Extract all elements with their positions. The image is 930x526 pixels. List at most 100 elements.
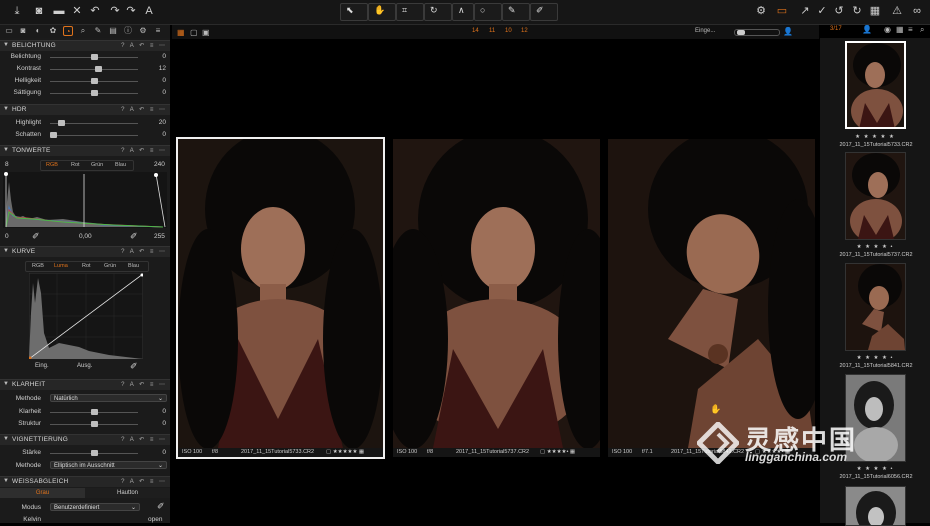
adjustment-slider[interactable] (50, 78, 138, 84)
text-icon[interactable]: A (142, 4, 156, 18)
black-picker-icon[interactable]: ✐ (32, 231, 40, 242)
channel-blue[interactable]: Blau (128, 263, 139, 269)
rotate-right-icon[interactable]: ↻ (850, 4, 864, 18)
clarity-section-header[interactable]: ▼ KLARHEIT ? A ↶ ≡ ⋯ (0, 379, 170, 390)
slider-value[interactable]: 0 (150, 131, 166, 138)
levels-input-white[interactable]: 255 (154, 233, 165, 240)
section-actions-icon[interactable]: ? A ↶ ≡ ⋯ (121, 381, 167, 388)
viewer-number[interactable]: 14 (472, 28, 479, 34)
white-picker-icon[interactable]: ✐ (130, 231, 138, 242)
section-actions-icon[interactable]: ? A ↶ ≡ ⋯ (121, 147, 167, 154)
sort-label[interactable]: Einge... (695, 28, 715, 34)
star-rating[interactable]: ▢ ★★★★★ ▦ (326, 448, 364, 457)
wb-kelvin-value[interactable]: open (148, 516, 162, 523)
eye-icon[interactable]: ◉ (884, 25, 891, 34)
lens-tab-icon[interactable]: ◐ (33, 26, 43, 36)
channel-green[interactable]: Grün (91, 162, 103, 168)
section-actions-icon[interactable]: ? A ↶ ≡ ⋯ (121, 106, 167, 113)
section-actions-icon[interactable]: ? A ↶ ≡ ⋯ (121, 248, 167, 255)
thumb-stars[interactable]: ★ ★ ★ ★ ★ (820, 134, 930, 140)
curve-graph[interactable] (29, 273, 143, 359)
undo-icon[interactable]: ↶ (88, 4, 102, 18)
channel-red[interactable]: Rot (82, 263, 91, 269)
search-icon[interactable]: ⌕ (920, 25, 924, 35)
output-tab-icon[interactable]: ⚙ (138, 26, 148, 36)
channel-rgb[interactable]: RGB (46, 162, 58, 168)
viewer-number[interactable]: 10 (505, 28, 512, 34)
rotate-tool-button[interactable]: ↻ (424, 3, 452, 21)
slider-value[interactable]: 20 (150, 119, 166, 126)
pan-tool-button[interactable]: ✋ (368, 3, 396, 21)
user-icon[interactable]: 👤 (862, 25, 872, 34)
wb-mode-dropdown[interactable]: Benutzerdefiniert ⌄ (50, 503, 140, 511)
slider-knob[interactable] (58, 120, 66, 126)
vignette-method-dropdown[interactable]: Elliptisch im Ausschnitt ⌄ (50, 461, 167, 469)
brush-tool-button[interactable]: ✎ (502, 3, 530, 21)
wb-picker-icon[interactable]: ✐ (157, 501, 165, 512)
layers-icon[interactable]: ▭ (775, 4, 789, 18)
slider-knob[interactable] (95, 66, 103, 72)
levels-section-header[interactable]: ▼ TONWERTE ? A ↶ ≡ ⋯ (0, 145, 170, 156)
camera-icon[interactable]: ◙ (32, 4, 46, 18)
metadata-tab-icon[interactable]: ▤ (108, 26, 118, 36)
search-tab-icon[interactable]: ⌕ (78, 26, 88, 36)
brush-tab-icon[interactable]: ✎ (93, 26, 103, 36)
levels-channel-selector[interactable]: RGB Rot Grün Blau (40, 160, 134, 171)
exposure-tab-icon[interactable]: ◔ (63, 26, 73, 36)
curve-picker-icon[interactable]: ✐ (130, 361, 138, 372)
album-icon[interactable]: ▦ (896, 25, 904, 34)
slider-knob[interactable] (90, 409, 98, 415)
filmstrip-thumb[interactable] (845, 486, 906, 526)
info-tab-icon[interactable]: ⓘ (123, 26, 133, 36)
slider-knob[interactable] (50, 132, 57, 138)
slider-value[interactable]: 0 (150, 420, 166, 427)
color-tab-icon[interactable]: ✿ (48, 26, 58, 36)
keystone-tool-button[interactable]: ∧ (452, 3, 474, 21)
folder-icon[interactable]: ▬ (52, 4, 66, 18)
levels-histogram[interactable] (3, 172, 167, 228)
hdr-section-header[interactable]: ▼ HDR ? A ↶ ≡ ⋯ (0, 104, 170, 115)
download-icon[interactable]: ⤓ (10, 4, 24, 18)
section-actions-icon[interactable]: ? A ↶ ≡ ⋯ (121, 436, 167, 443)
adjustment-slider[interactable] (50, 450, 138, 456)
spot-tool-button[interactable]: ○ (474, 3, 502, 21)
levels-min-value[interactable]: 8 (5, 161, 9, 168)
adjustment-slider[interactable] (50, 90, 138, 96)
gear-icon[interactable]: ⚙ (754, 4, 768, 18)
exposure-section-header[interactable]: ▼ BELICHTUNG ? A ↶ ≡ ⋯ (0, 40, 170, 51)
slider-value[interactable]: 0 (150, 77, 166, 84)
slider-knob[interactable] (90, 54, 98, 60)
capture-tab-icon[interactable]: ◙ (18, 26, 28, 36)
curve-section-header[interactable]: ▼ KURVE ? A ↶ ≡ ⋯ (0, 246, 170, 257)
slider-value[interactable]: 0 (150, 408, 166, 415)
thumb-stars[interactable]: ★ ★ ★ ★ • (820, 244, 930, 250)
rotate-left-icon[interactable]: ↺ (832, 4, 846, 18)
channel-luma[interactable]: Luma (54, 263, 68, 269)
levels-input-black[interactable]: 0 (5, 233, 9, 240)
adjustment-slider[interactable] (50, 66, 138, 72)
grid-view-icon[interactable]: ▦ (177, 28, 185, 37)
delete-icon[interactable]: ✕ (70, 4, 84, 18)
adjustment-slider[interactable] (50, 120, 138, 126)
slider-knob[interactable] (90, 78, 98, 84)
adjustment-slider[interactable] (50, 54, 138, 60)
viewer-number[interactable]: 12 (521, 28, 528, 34)
compare-view-icon[interactable]: ▣ (202, 28, 210, 37)
picker-tool-button[interactable]: ✐ (530, 3, 558, 21)
slider-value[interactable]: 0 (150, 53, 166, 60)
section-actions-icon[interactable]: ? A ↶ ≡ ⋯ (121, 42, 167, 49)
check-icon[interactable]: ✓ (815, 4, 829, 18)
levels-midtone[interactable]: 0,00 (79, 233, 92, 240)
tab-grau[interactable]: Grau (0, 488, 85, 498)
section-actions-icon[interactable]: ? A ↶ ≡ ⋯ (121, 478, 167, 485)
crop-tool-button[interactable]: ⌗ (396, 3, 424, 21)
star-rating[interactable]: ▢ ★★★★• ▦ (540, 448, 575, 457)
redo-icon[interactable]: ↷ (108, 4, 122, 18)
single-view-icon[interactable]: ▢ (190, 28, 198, 37)
library-tab-icon[interactable]: ▭ (4, 26, 14, 36)
glasses-icon[interactable]: ∞ (910, 4, 924, 18)
slider-value[interactable]: 12 (150, 65, 166, 72)
user-icon[interactable]: 👤 (783, 27, 793, 36)
thumbnail-size-slider[interactable] (734, 29, 780, 36)
filmstrip-thumb[interactable] (845, 41, 906, 129)
